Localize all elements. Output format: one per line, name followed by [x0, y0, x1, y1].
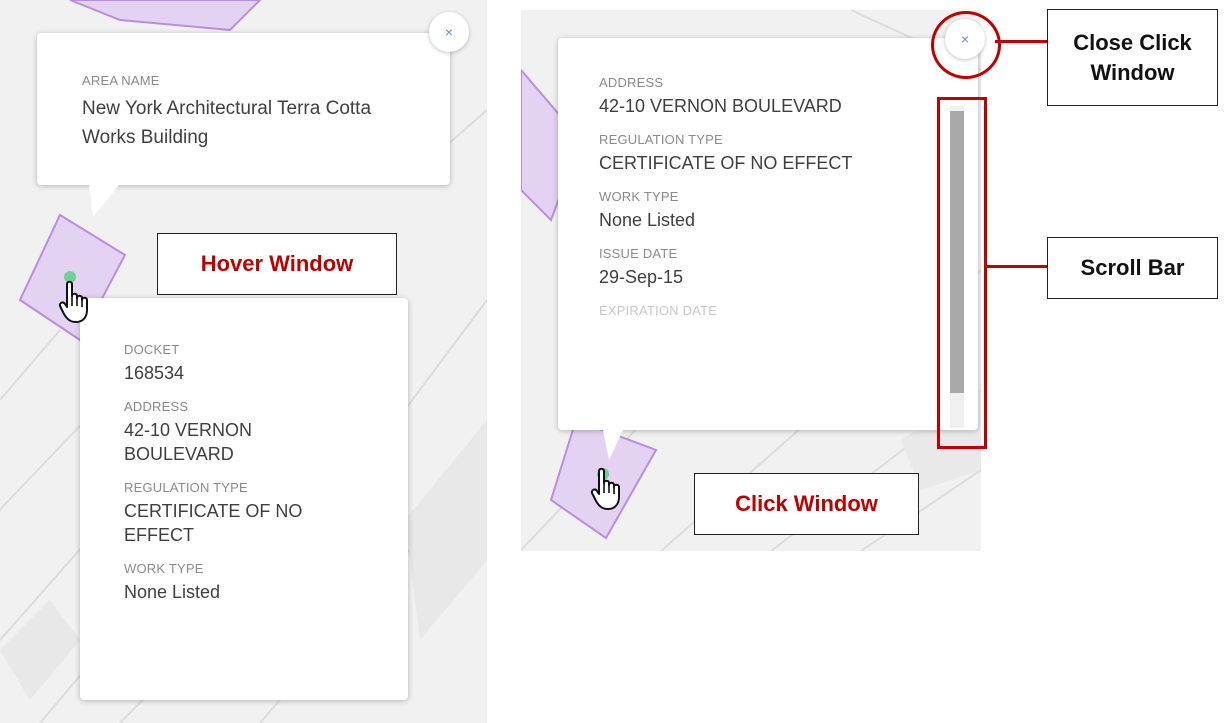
field-label: REGULATION TYPE	[124, 480, 248, 495]
field-label: WORK TYPE	[599, 189, 679, 204]
field-label: REGULATION TYPE	[599, 132, 723, 147]
field-value: 168534	[124, 363, 185, 383]
regulation-type-field: REGULATION TYPE CERTIFICATE OF NO EFFECT	[599, 132, 929, 175]
popup-pointer	[89, 185, 119, 217]
field-label: ADDRESS	[124, 399, 189, 414]
close-click-window-callout: Close Click Window	[1047, 9, 1218, 106]
hover-window-callout: Hover Window	[157, 233, 397, 295]
issue-date-field: ISSUE DATE 29-Sep-15	[599, 246, 929, 289]
click-window-callout: Click Window	[694, 473, 919, 535]
close-button-highlight	[931, 11, 1001, 79]
field-value: CERTIFICATE OF NO EFFECT	[599, 153, 853, 173]
address-field: ADDRESS 42-10 VERNON BOULEVARD	[124, 399, 384, 466]
work-type-field: WORK TYPE None Listed	[599, 189, 929, 232]
scroll-bar-callout: Scroll Bar	[1047, 237, 1218, 299]
scrollbar-highlight	[937, 97, 987, 449]
close-icon: ×	[444, 24, 454, 40]
field-label: EXPIRATION DATE	[599, 303, 718, 318]
field-label: DOCKET	[124, 342, 180, 357]
field-value: 42-10 VERNON BOULEVARD	[599, 96, 842, 116]
address-field: ADDRESS 42-10 VERNON BOULEVARD	[599, 75, 929, 118]
docket-field: DOCKET 168534	[124, 342, 384, 385]
hand-pointer-icon	[58, 280, 94, 324]
click-window: ADDRESS 42-10 VERNON BOULEVARD REGULATIO…	[558, 38, 978, 430]
hover-title-popup: AREA NAME New York Architectural Terra C…	[37, 33, 450, 217]
hover-window: DOCKET 168534 ADDRESS 42-10 VERNON BOULE…	[80, 298, 408, 700]
field-label: ISSUE DATE	[599, 246, 678, 261]
parcel-shape-top[interactable]	[69, 0, 262, 32]
expiration-date-field: EXPIRATION DATE	[599, 303, 929, 318]
field-value: 42-10 VERNON BOULEVARD	[124, 420, 253, 464]
field-value: 29-Sep-15	[599, 267, 684, 287]
field-label: ADDRESS	[599, 75, 664, 90]
area-name-value: New York Architectural Terra Cotta Works…	[82, 98, 372, 148]
area-name-label: AREA NAME	[82, 73, 160, 88]
field-value: CERTIFICATE OF NO EFFECT	[124, 501, 303, 545]
regulation-type-field: REGULATION TYPE CERTIFICATE OF NO EFFECT	[124, 480, 384, 547]
work-type-field: WORK TYPE None Listed	[124, 561, 384, 604]
callout-leader-line	[984, 265, 1047, 268]
field-value: None Listed	[124, 582, 221, 602]
close-button[interactable]: ×	[429, 12, 469, 52]
field-value: None Listed	[599, 210, 696, 230]
hand-pointer-icon	[590, 467, 626, 511]
field-label: WORK TYPE	[124, 561, 204, 576]
popup-pointer	[603, 430, 623, 460]
callout-leader-line	[995, 40, 1047, 43]
